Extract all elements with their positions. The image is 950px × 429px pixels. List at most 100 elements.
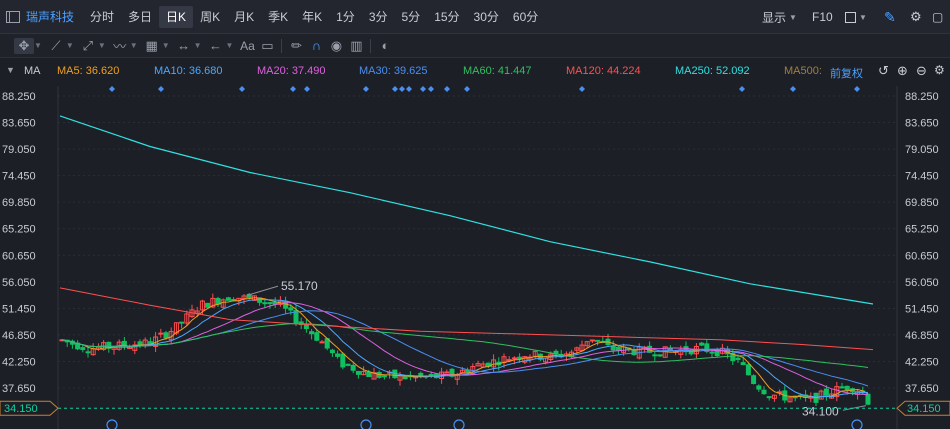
adjust-dropdown[interactable]: 前复权 — [830, 65, 863, 81]
candle-body — [340, 353, 346, 368]
price-axis-label-left: 69.850 — [2, 197, 36, 209]
layout-dropdown[interactable]: ▼ — [845, 0, 867, 34]
price-axis-label-left: 42.250 — [2, 356, 36, 368]
measure-tool-icon[interactable]: ↔ — [174, 38, 194, 53]
kline-chart[interactable]: 88.250 88.250 83.650 83.650 79.050 79.050 74.4… — [0, 86, 950, 429]
tab-period-9[interactable]: 5分 — [395, 6, 428, 28]
candle-body — [615, 346, 621, 351]
tab-period-3[interactable]: 周K — [193, 6, 227, 28]
candle-body — [329, 349, 335, 354]
candle-body — [179, 321, 185, 324]
tab-period-1[interactable]: 多日 — [121, 6, 159, 28]
ma5-value: MA5: 36.620 — [57, 65, 120, 77]
eye-icon[interactable]: ◉ — [326, 38, 346, 54]
candle-body — [595, 339, 601, 342]
tab-period-12[interactable]: 60分 — [506, 6, 545, 28]
candle-body — [366, 371, 372, 378]
chevron-down-icon: ▼ — [97, 41, 106, 50]
comment-tool-icon[interactable]: ▭ — [257, 38, 277, 54]
current-price-left: 34.150 — [4, 403, 38, 415]
tab-period-2[interactable]: 日K — [159, 5, 194, 28]
square-icon — [845, 11, 856, 23]
stock-name[interactable]: 瑞声科技 — [26, 8, 74, 25]
candle-body — [163, 332, 169, 339]
brush-icon[interactable]: ✏ — [286, 38, 306, 54]
add-circle-icon[interactable]: ⊕ — [897, 63, 908, 79]
tab-period-8[interactable]: 3分 — [362, 6, 395, 28]
sidebar-toggle-icon[interactable] — [6, 10, 20, 23]
tab-period-6[interactable]: 年K — [295, 6, 329, 28]
settings-icon[interactable]: ⚙ — [934, 63, 945, 77]
text-tool-icon[interactable]: Aa — [237, 39, 257, 53]
candle-body — [319, 341, 325, 344]
tab-period-7[interactable]: 1分 — [329, 6, 362, 28]
candle-body — [355, 370, 361, 375]
candle-body — [751, 375, 757, 385]
crosshair-move-icon[interactable]: ✥ — [14, 37, 34, 54]
tab-period-11[interactable]: 30分 — [467, 6, 506, 28]
candle-body — [309, 331, 315, 335]
fib-tool-icon[interactable]: ▦ — [142, 38, 162, 54]
candle-body — [262, 302, 268, 305]
current-price-right: 34.150 — [907, 403, 941, 415]
toolbar-divider — [281, 38, 283, 53]
candle-body — [699, 342, 705, 346]
candle-body — [335, 353, 341, 357]
trash-icon[interactable]: ▥ — [346, 38, 366, 54]
f10-button[interactable]: F10 — [812, 0, 833, 34]
candle-body — [517, 356, 523, 360]
toolbar-divider — [370, 38, 372, 53]
tab-period-5[interactable]: 季K — [261, 6, 295, 28]
price-axis-label-left: 37.650 — [2, 383, 36, 395]
price-axis-label-right: 83.650 — [905, 118, 939, 130]
low-annotation: 34.100 — [802, 404, 839, 418]
chevron-down-icon: ▼ — [789, 12, 797, 22]
ma30-value: MA30: 39.625 — [359, 65, 428, 77]
candle-body — [85, 351, 91, 354]
tab-period-4[interactable]: 月K — [227, 6, 261, 28]
draw-pen-icon[interactable]: ✎ — [884, 0, 896, 34]
line-tool-icon[interactable]: ⟋ — [46, 38, 66, 54]
chart-background — [0, 86, 950, 429]
remove-circle-icon[interactable]: ⊖ — [916, 63, 927, 79]
candle-body — [314, 332, 320, 341]
arrow-tool-icon[interactable]: ← — [206, 38, 226, 53]
ma120-value: MA120: 44.224 — [566, 65, 641, 77]
price-axis-label-left: 65.250 — [2, 224, 36, 236]
candle-body — [735, 357, 741, 360]
candle-body — [506, 359, 512, 362]
ray-tool-icon[interactable]: ⤢ — [78, 38, 98, 54]
price-axis-label-right: 65.250 — [905, 224, 939, 236]
toggle-icon[interactable]: ◐ — [375, 38, 395, 53]
ma-label[interactable]: MA — [24, 65, 41, 77]
candle-body — [792, 396, 798, 399]
price-axis-label-left: 60.650 — [2, 250, 36, 262]
display-dropdown[interactable]: 显示 ▼ — [762, 0, 797, 34]
price-axis-label-right: 69.850 — [905, 197, 939, 209]
price-axis-label-right: 37.650 — [905, 383, 939, 395]
price-axis-label-right: 51.450 — [905, 303, 939, 315]
ma20-value: MA20: 37.490 — [257, 65, 326, 77]
window-icon[interactable]: ▢ — [932, 0, 943, 34]
ma250-value: MA250: 52.092 — [675, 65, 750, 77]
candle-body — [350, 364, 356, 371]
tab-period-10[interactable]: 15分 — [427, 6, 466, 28]
price-axis-label-left: 88.250 — [2, 91, 36, 103]
wave-tool-icon[interactable]: 〰 — [110, 36, 130, 55]
ma500-value: MA500: — [784, 65, 822, 77]
candle-body — [610, 345, 616, 351]
collapse-chevron-icon[interactable]: ▼ — [6, 65, 15, 75]
display-label: 显示 — [762, 10, 787, 25]
candle-body — [288, 307, 294, 311]
candle-body — [444, 371, 450, 374]
ma10-value: MA10: 36.680 — [154, 65, 223, 77]
high-annotation: 55.170 — [281, 279, 318, 293]
tab-period-0[interactable]: 分时 — [83, 6, 121, 28]
settings-icon[interactable]: ⚙ — [910, 0, 922, 34]
magnet-icon[interactable]: ∩ — [306, 38, 326, 53]
undo-icon[interactable]: ↺ — [878, 63, 889, 79]
candle-body — [428, 373, 434, 376]
candle-body — [205, 302, 211, 308]
drawing-toolbar: ✥ ▼ ⟋ ▼ ⤢ ▼ 〰 ▼ ▦ ▼ ↔ ▼ ← ▼ Aa ▭ ✏ ∩ ◉ ▥ ◐ — [0, 34, 950, 58]
candle-body — [844, 385, 850, 391]
